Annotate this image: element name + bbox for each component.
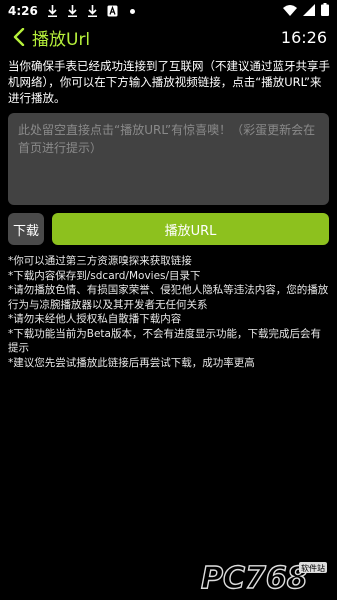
download-icon: [66, 4, 80, 18]
note-item: *建议您先尝试播放此链接后再尝试下载，成功率更高: [8, 356, 255, 369]
note-item: *请勿未经他人授权私自散播下载内容: [8, 313, 182, 325]
note-item: *你可以通过第三方资源嗅探来获取链接: [8, 255, 192, 267]
header: 播放Url 16:26: [0, 22, 337, 52]
note-item: *下载功能当前为Beta版本，不会有进度显示功能，下载完成后会有提示: [8, 327, 321, 355]
status-time: 4:26: [8, 4, 38, 18]
download-button[interactable]: 下载: [8, 213, 44, 245]
signal-icon: [303, 3, 315, 19]
battery-icon: [321, 3, 329, 19]
info-text: 当你确保手表已经成功连接到了互联网（不建议通过蓝牙共享手机网络），你可以在下方输…: [8, 59, 330, 105]
watermark-logo: PC768 软件站: [199, 558, 329, 597]
note-item: *下载内容保存到/sdcard/Movies/目录下: [8, 269, 201, 282]
status-bar: 4:26: [0, 0, 337, 22]
a-icon: [106, 4, 120, 18]
svg-text:PC768: PC768: [201, 561, 308, 594]
play-url-button[interactable]: 播放URL: [52, 213, 329, 245]
page-title: 播放Url: [32, 29, 91, 50]
clock: 16:26: [280, 27, 327, 47]
download-icon: [86, 4, 100, 18]
button-row: 下载 播放URL: [8, 213, 329, 245]
note-item: *请勿播放色情、有损国家荣誉、侵犯他人隐私等违法内容，您的播放行为与凉腕播放器以…: [8, 284, 329, 311]
notes-list: *你可以通过第三方资源嗅探来获取链接 *下载内容保存到/sdcard/Movie…: [8, 254, 330, 370]
wifi-icon: [283, 4, 297, 19]
url-input[interactable]: 此处留空直接点击“播放URL”有惊喜噢！（彩蛋更新会在首页进行提示）: [8, 113, 329, 205]
svg-text:软件站: 软件站: [301, 563, 325, 573]
download-icon: [46, 4, 60, 18]
dot-icon: [126, 4, 140, 18]
back-arrow-icon[interactable]: [8, 22, 30, 52]
